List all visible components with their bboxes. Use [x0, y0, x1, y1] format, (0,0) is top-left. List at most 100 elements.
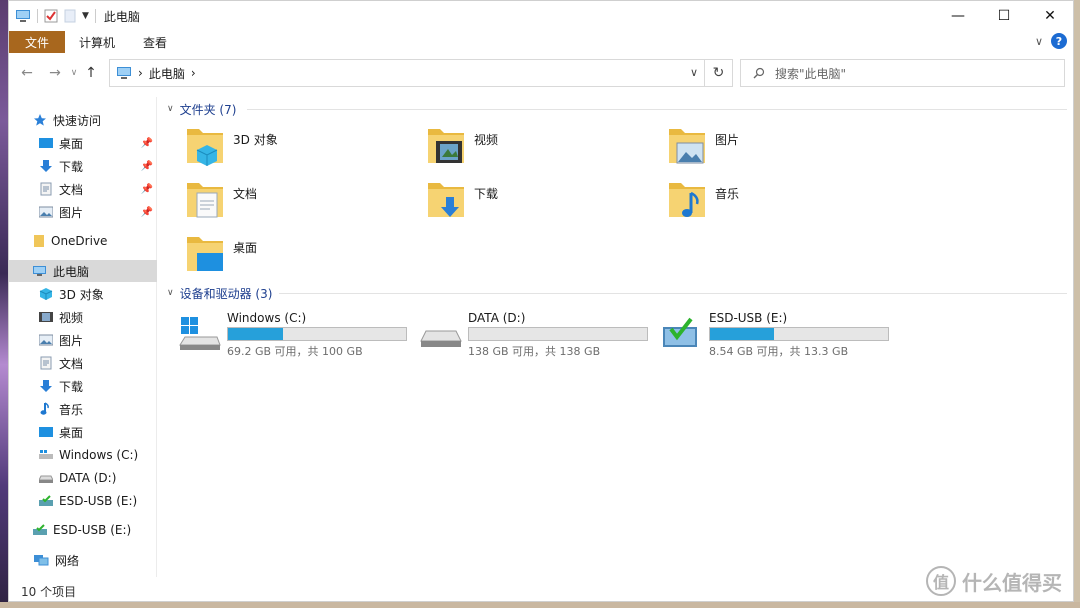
- desktop-background-right: [1074, 0, 1080, 608]
- tab-file[interactable]: 文件: [9, 31, 66, 53]
- nav-quick-desktop[interactable]: 桌面 📌: [9, 132, 157, 154]
- folder-pictures[interactable]: 图片: [667, 123, 897, 173]
- folder-label: 视频: [474, 133, 499, 147]
- folder-label: 下载: [474, 187, 499, 201]
- nav-quick-documents[interactable]: 文档 📌: [9, 178, 157, 200]
- tab-view[interactable]: 查看: [129, 31, 181, 53]
- video-icon: [39, 312, 53, 322]
- pin-icon[interactable]: 📌: [141, 138, 153, 149]
- new-folder-icon[interactable]: [64, 9, 76, 23]
- maximize-button[interactable]: ☐: [981, 1, 1027, 31]
- address-bar[interactable]: › 此电脑 › ∨ ↻: [109, 59, 733, 87]
- usb-drive-icon: [33, 524, 47, 535]
- nav-pc-music[interactable]: 音乐: [9, 398, 157, 420]
- nav-pc-desktop[interactable]: 桌面: [9, 421, 157, 443]
- this-pc-icon: [117, 67, 131, 79]
- tab-computer[interactable]: 计算机: [65, 31, 129, 53]
- folder-videos[interactable]: 视频: [426, 123, 656, 173]
- folder-desktop[interactable]: 桌面: [185, 231, 415, 281]
- window-controls: — ☐ ✕: [935, 1, 1073, 31]
- minimize-button[interactable]: —: [935, 1, 981, 31]
- collapse-chevron-icon[interactable]: ∨: [167, 288, 174, 298]
- nav-onedrive[interactable]: OneDrive: [9, 230, 157, 252]
- nav-label: 桌面: [59, 425, 84, 440]
- pin-icon[interactable]: 📌: [141, 207, 153, 218]
- ribbon-right-controls: ∨ ?: [1035, 33, 1067, 49]
- nav-pc-drive-c[interactable]: Windows (C:): [9, 444, 157, 466]
- recent-locations-icon[interactable]: ∨: [69, 68, 79, 78]
- folder-label: 音乐: [715, 187, 740, 201]
- nav-label: 视频: [59, 310, 84, 325]
- 3d-objects-folder-icon: [187, 129, 223, 166]
- nav-label: 快速访问: [53, 113, 102, 128]
- nav-label: 3D 对象: [59, 287, 104, 302]
- back-button[interactable]: ←: [13, 65, 41, 81]
- help-icon[interactable]: ?: [1051, 33, 1067, 49]
- breadcrumb-chevron-icon[interactable]: ›: [191, 66, 196, 80]
- nav-network[interactable]: 网络: [9, 549, 157, 571]
- folder-music[interactable]: 音乐: [667, 177, 897, 227]
- nav-pc-drive-d[interactable]: DATA (D:): [9, 467, 157, 489]
- customize-toolbar-icon[interactable]: ▼: [82, 11, 89, 21]
- pictures-folder-icon: [669, 129, 705, 164]
- this-pc-app-icon: [16, 10, 30, 22]
- nav-pc-pictures[interactable]: 图片: [9, 329, 157, 351]
- drives-group-header[interactable]: ∨ 设备和驱动器 (3): [167, 285, 272, 301]
- nav-pc-downloads[interactable]: 下载: [9, 375, 157, 397]
- drive-usage-fill: [228, 328, 284, 340]
- folder-documents[interactable]: 文档: [185, 177, 415, 227]
- nav-label: DATA (D:): [59, 471, 117, 485]
- pin-icon[interactable]: 📌: [141, 161, 153, 172]
- nav-quick-downloads[interactable]: 下载 📌: [9, 155, 157, 177]
- breadcrumb: › 此电脑 ›: [116, 65, 196, 82]
- nav-quick-access[interactable]: 快速访问: [9, 109, 157, 131]
- drive-name: ESD-USB (E:): [709, 311, 788, 325]
- nav-quick-pictures[interactable]: 图片 📌: [9, 201, 157, 223]
- toolbar-separator: [94, 9, 96, 23]
- collapse-chevron-icon[interactable]: ∨: [167, 104, 174, 114]
- 3d-objects-icon: [39, 288, 53, 300]
- drive-usage-bar: [468, 327, 648, 341]
- windows-drive-icon: [179, 317, 221, 350]
- folder-downloads[interactable]: 下载: [426, 177, 656, 227]
- nav-pc-drive-e[interactable]: ESD-USB (E:): [9, 490, 157, 512]
- folder-3d-objects[interactable]: 3D 对象: [185, 123, 415, 173]
- desktop-folder-icon: [187, 237, 223, 271]
- music-icon: [40, 402, 49, 415]
- drive-free-space: 138 GB 可用，共 138 GB: [468, 345, 601, 358]
- desktop-icon: [39, 138, 53, 148]
- drive-e[interactable]: ESD-USB (E:) 8.54 GB 可用，共 13.3 GB: [661, 309, 901, 359]
- nav-label: 音乐: [59, 402, 84, 417]
- documents-folder-icon: [187, 183, 223, 218]
- search-icon: [753, 67, 765, 79]
- nav-pc-videos[interactable]: 视频: [9, 306, 157, 328]
- content-area: ∨ 文件夹 (7) 3D 对象 视频 图片 文档 下载 音乐 桌面 ∨ 设备和驱…: [159, 97, 1071, 577]
- nav-this-pc[interactable]: 此电脑: [9, 260, 157, 282]
- onedrive-folder-icon: [34, 235, 44, 247]
- up-button[interactable]: ↑: [79, 65, 103, 81]
- drive-c[interactable]: Windows (C:) 69.2 GB 可用，共 100 GB: [179, 309, 419, 359]
- drive-d[interactable]: DATA (D:) 138 GB 可用，共 138 GB: [420, 309, 660, 359]
- expand-ribbon-icon[interactable]: ∨: [1035, 35, 1043, 48]
- nav-label: 此电脑: [53, 264, 90, 279]
- close-button[interactable]: ✕: [1027, 1, 1073, 31]
- nav-pc-documents[interactable]: 文档: [9, 352, 157, 374]
- nav-pc-3d-objects[interactable]: 3D 对象: [9, 283, 157, 305]
- title-bar: ▼ 此电脑 — ☐ ✕: [9, 1, 1073, 31]
- nav-esd-usb[interactable]: ESD-USB (E:): [9, 519, 157, 541]
- network-icon: [34, 555, 49, 566]
- nav-label: Windows (C:): [59, 448, 139, 462]
- address-dropdown-icon[interactable]: ∨: [690, 66, 698, 79]
- properties-icon[interactable]: [44, 9, 58, 23]
- breadcrumb-chevron-icon[interactable]: ›: [138, 66, 143, 80]
- usb-drive-icon: [39, 495, 53, 506]
- folders-group-header[interactable]: ∨ 文件夹 (7): [167, 101, 236, 117]
- watermark: 值 什么值得买: [926, 566, 1062, 596]
- group-title: 文件夹 (7): [179, 102, 237, 117]
- search-box[interactable]: 搜索"此电脑": [740, 59, 1065, 87]
- pin-icon[interactable]: 📌: [141, 184, 153, 195]
- nav-label: 文档: [59, 356, 84, 371]
- refresh-button[interactable]: ↻: [704, 60, 732, 86]
- forward-button[interactable]: →: [41, 65, 69, 81]
- breadcrumb-this-pc[interactable]: 此电脑: [149, 65, 185, 82]
